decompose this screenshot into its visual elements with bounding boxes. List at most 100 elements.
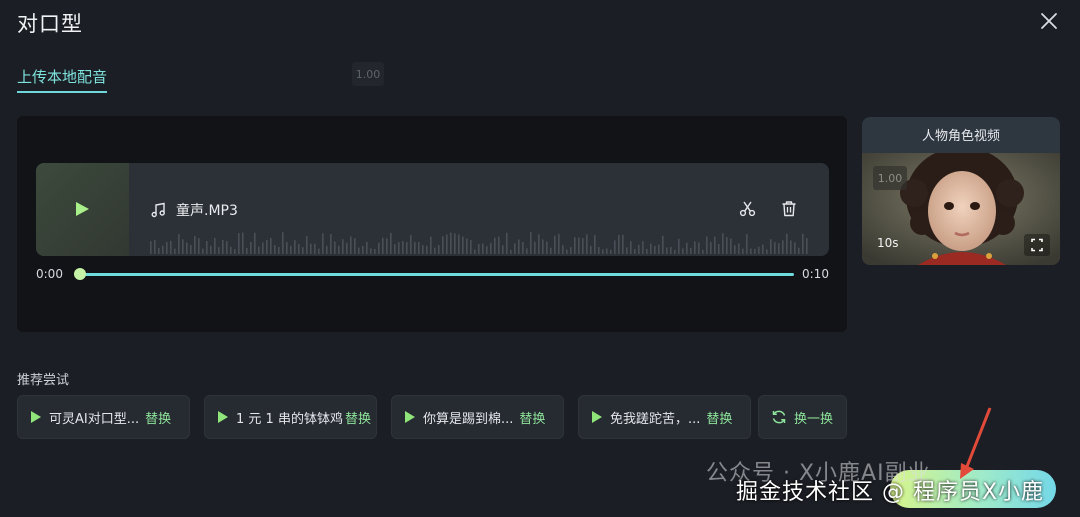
replace-button[interactable]: 替换 bbox=[345, 408, 371, 427]
replace-button[interactable]: 替换 bbox=[145, 408, 171, 427]
waveform-bar bbox=[762, 244, 764, 254]
replace-button[interactable]: 替换 bbox=[519, 408, 545, 427]
waveform-bar bbox=[630, 241, 632, 254]
waveform-bar bbox=[354, 238, 356, 254]
waveform-bar bbox=[390, 232, 392, 254]
waveform-bar bbox=[766, 249, 768, 254]
waveform-bar bbox=[694, 241, 696, 254]
scissors-icon[interactable] bbox=[739, 200, 756, 217]
waveform-bar bbox=[734, 245, 736, 254]
waveform-bar bbox=[650, 243, 652, 254]
waveform-bar bbox=[434, 247, 436, 254]
waveform-bar bbox=[742, 248, 744, 254]
waveform-bar bbox=[682, 248, 684, 254]
waveform-bar bbox=[474, 249, 476, 254]
play-icon bbox=[76, 202, 89, 216]
tab-underline bbox=[17, 91, 107, 93]
waveform-bar bbox=[482, 243, 484, 254]
progress-track[interactable] bbox=[80, 273, 794, 276]
waveform-bar bbox=[318, 248, 320, 254]
refresh-recommendations-button[interactable]: 换一换 bbox=[758, 395, 847, 439]
recommend-label: 推荐尝试 bbox=[17, 373, 70, 388]
dialog-title: 对口型 bbox=[17, 12, 83, 36]
waveform-bar bbox=[158, 247, 160, 254]
close-icon[interactable] bbox=[1038, 10, 1060, 32]
waveform-bar bbox=[574, 237, 576, 254]
waveform-bar bbox=[446, 234, 448, 254]
waveform-bar bbox=[426, 245, 428, 254]
waveform-bar bbox=[406, 242, 408, 254]
play-icon bbox=[405, 411, 415, 423]
waveform-bar bbox=[174, 248, 176, 254]
waveform-bar bbox=[234, 249, 236, 254]
audio-file-name: 童声.MP3 bbox=[176, 203, 238, 219]
waveform-bar bbox=[702, 249, 704, 254]
waveform-bar bbox=[358, 247, 360, 254]
expand-icon[interactable] bbox=[1024, 234, 1050, 256]
recommend-item[interactable]: 你算是踢到棉... 替换 bbox=[391, 395, 564, 439]
time-end: 0:10 bbox=[802, 267, 829, 281]
waveform-bar bbox=[438, 245, 440, 254]
waveform-bar bbox=[470, 240, 472, 254]
waveform-bar bbox=[278, 246, 280, 254]
waveform-bar bbox=[798, 247, 800, 254]
waveform-bar bbox=[290, 245, 292, 254]
waveform-bar bbox=[582, 238, 584, 254]
waveform-bar bbox=[418, 242, 420, 254]
waveform-bar bbox=[698, 242, 700, 254]
waveform-bar bbox=[494, 237, 496, 254]
waveform-bar bbox=[250, 242, 252, 254]
waveform-bar bbox=[334, 241, 336, 254]
play-button[interactable] bbox=[36, 163, 129, 256]
tab-upload-local-audio[interactable]: 上传本地配音 bbox=[17, 66, 107, 87]
waveform-bar bbox=[586, 234, 588, 254]
waveform-bar bbox=[206, 241, 208, 254]
waveform-bar bbox=[374, 249, 376, 254]
waveform-bar bbox=[302, 247, 304, 254]
waveform-bar bbox=[666, 247, 668, 254]
waveform-bar bbox=[670, 247, 672, 254]
waveform-bar bbox=[270, 237, 272, 254]
waveform-bar bbox=[382, 237, 384, 254]
waveform-bar bbox=[542, 239, 544, 254]
waveform-bar bbox=[566, 249, 568, 254]
progress-knob[interactable] bbox=[74, 268, 86, 280]
waveform-bar bbox=[618, 235, 620, 254]
waveform-bar bbox=[150, 241, 152, 254]
trash-icon[interactable] bbox=[781, 200, 797, 217]
waveform-bar bbox=[186, 242, 188, 254]
waveform-bar bbox=[298, 244, 300, 254]
recommend-item-text: 可灵AI对口型... bbox=[49, 411, 140, 427]
waveform-bar bbox=[750, 248, 752, 254]
waveform-bar bbox=[802, 233, 804, 254]
zoom-badge: 1.00 bbox=[352, 62, 384, 86]
waveform-bar bbox=[394, 244, 396, 254]
waveform-bar bbox=[654, 245, 656, 254]
waveform-bar bbox=[462, 236, 464, 254]
waveform-bar bbox=[522, 242, 524, 254]
recommend-item-text: 1 元 1 串的钵钵鸡 bbox=[236, 411, 343, 427]
waveform-bar bbox=[526, 248, 528, 254]
recommend-item[interactable]: 可灵AI对口型... 替换 bbox=[17, 395, 190, 439]
waveform-bar bbox=[562, 245, 564, 254]
waveform-bar bbox=[490, 242, 492, 254]
waveform-bar bbox=[506, 232, 508, 254]
waveform-bar bbox=[370, 248, 372, 254]
recommend-item[interactable]: 免我蹉跎苦，... 替换 bbox=[578, 395, 751, 439]
waveform-bar bbox=[346, 242, 348, 254]
audio-waveform bbox=[150, 232, 808, 254]
waveform-bar bbox=[786, 233, 788, 254]
replace-button[interactable]: 替换 bbox=[706, 408, 732, 427]
waveform-bar bbox=[754, 248, 756, 254]
music-note-icon bbox=[151, 202, 165, 218]
waveform-bar bbox=[314, 243, 316, 254]
waveform-bar bbox=[154, 239, 156, 254]
waveform-bar bbox=[638, 244, 640, 254]
waveform-bar bbox=[626, 247, 628, 254]
recommend-item[interactable]: 1 元 1 串的钵钵鸡 替换 bbox=[204, 395, 377, 439]
waveform-bar bbox=[514, 243, 516, 254]
refresh-icon bbox=[772, 410, 786, 424]
waveform-bar bbox=[266, 240, 268, 254]
waveform-bar bbox=[202, 248, 204, 254]
waveform-bar bbox=[530, 232, 532, 254]
